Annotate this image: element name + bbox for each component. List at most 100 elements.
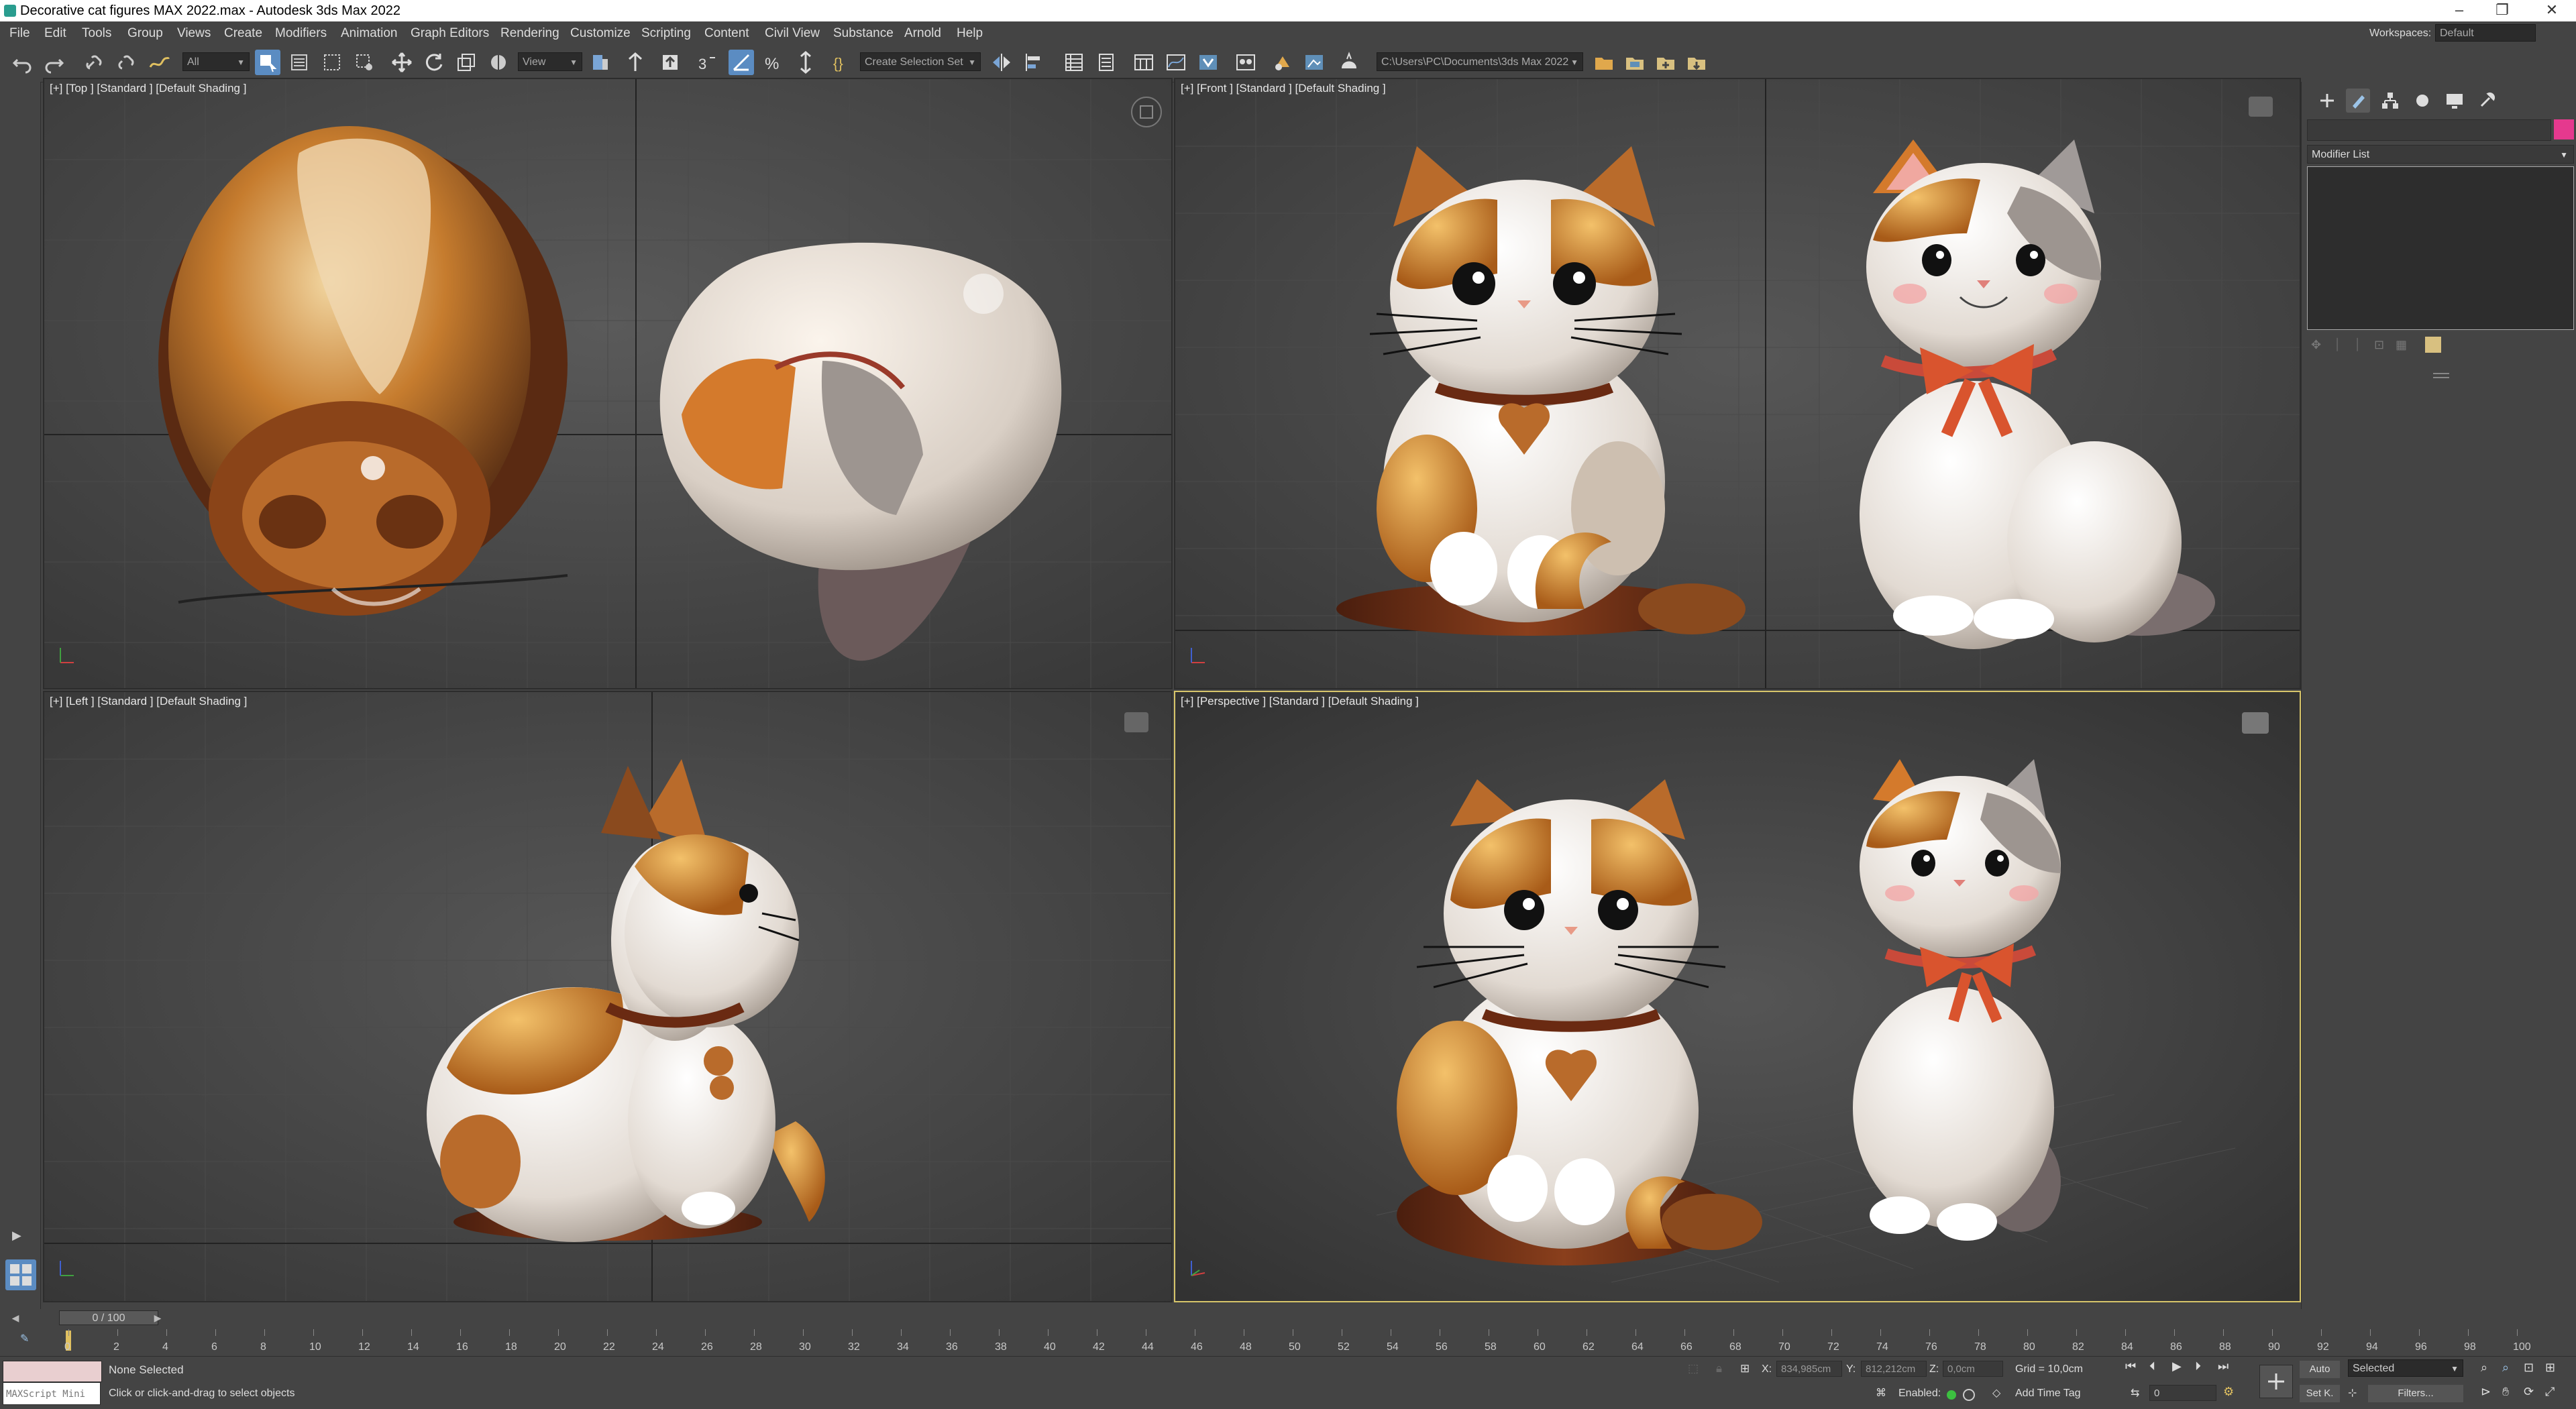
pivot-center-icon[interactable] [588,50,613,75]
open-project-folder-icon[interactable] [1622,50,1648,75]
rectangular-selection-icon[interactable] [319,50,345,75]
edit-named-selection-icon[interactable]: {} [829,50,855,75]
set-project-folder-icon[interactable] [1591,50,1617,75]
scale-icon[interactable] [453,50,479,75]
expand-arrow-icon[interactable]: ▶ [12,1229,27,1246]
create-tab-icon[interactable] [2315,89,2339,113]
render-production-icon[interactable] [1336,50,1362,75]
viewport-top[interactable]: [+] [Top ] [Standard ] [Default Shading … [43,78,1173,689]
time-tag-icon[interactable]: ◇ [1992,1386,2000,1400]
menu-modifiers[interactable]: Modifiers [275,26,327,41]
viewport-layouts-icon[interactable] [5,1259,36,1290]
menu-animation[interactable]: Animation [341,26,398,41]
keyboard-shortcut-override-icon[interactable] [657,50,683,75]
minimize-button[interactable]: – [2439,0,2479,21]
select-object-icon[interactable] [255,50,280,75]
menu-create[interactable]: Create [224,26,262,41]
material-editor-icon[interactable] [1233,50,1258,75]
slider-left-arrow-icon[interactable]: ◀ [9,1310,21,1325]
unlink-selection-icon[interactable] [114,50,140,75]
go-to-start-icon[interactable]: ⏮ [2125,1359,2145,1379]
current-frame-field[interactable]: 0 [2149,1385,2216,1401]
maxscript-listener-field[interactable] [3,1361,102,1382]
menu-substance[interactable]: Substance [833,26,894,41]
steeringwheel-icon[interactable] [1131,97,1162,127]
viewport-left-label[interactable]: [+] [Left ] [Standard ] [Default Shading… [50,695,247,708]
time-slider-thumb[interactable]: 0 / 100 [59,1310,158,1325]
spinner-snap-icon[interactable] [793,50,818,75]
menu-civil-view[interactable]: Civil View [765,26,820,41]
configure-modifier-sets-icon[interactable] [2425,337,2441,353]
maxscript-mini-listener[interactable]: MAXScript Mini [3,1382,101,1405]
utilities-tab-icon[interactable] [2475,89,2499,113]
window-crossing-icon[interactable] [352,50,377,75]
pin-stack-icon[interactable]: ✥ [2311,338,2321,352]
viewcube-icon[interactable] [2242,712,2269,734]
slider-right-arrow-icon[interactable]: ▶ [152,1310,164,1325]
zoom-all-icon[interactable]: ⌕ [2502,1361,2509,1375]
menu-views[interactable]: Views [177,26,211,41]
rotate-icon[interactable] [421,50,447,75]
schematic-view-icon[interactable] [1195,50,1221,75]
menu-help[interactable]: Help [957,26,983,41]
auto-key-button[interactable]: Auto [2300,1361,2340,1378]
percent-snap-icon[interactable]: % [761,50,786,75]
viewcube-icon[interactable] [2249,97,2273,117]
mini-curve-editor-icon[interactable]: ✎ [20,1332,29,1345]
menu-edit[interactable]: Edit [44,26,66,41]
modifier-stack[interactable] [2307,166,2574,330]
select-by-name-icon[interactable] [287,50,313,75]
render-setup-icon[interactable] [1269,50,1295,75]
adaptive-degradation-icon[interactable]: ⌘ [1876,1386,1886,1400]
menu-arnold[interactable]: Arnold [904,26,941,41]
curve-editor-icon[interactable] [1163,50,1189,75]
scene-explorer-icon[interactable] [1061,50,1087,75]
select-manipulate-icon[interactable] [623,50,648,75]
key-mode-icon[interactable]: ⊹ [2348,1386,2357,1400]
layer-explorer-icon[interactable] [1093,50,1119,75]
archive-project-icon[interactable] [1684,50,1709,75]
zoom-extents-icon[interactable]: ⊡ [2524,1361,2534,1375]
select-and-link-icon[interactable] [82,50,107,75]
viewport-front[interactable]: [+] [Front ] [Standard ] [Default Shadin… [1174,78,2301,689]
redo-icon[interactable] [42,50,67,75]
enabled-toggle-icon[interactable] [1963,1389,1975,1401]
selection-lock-icon[interactable]: 🔒︎ [1716,1362,1722,1375]
viewport-top-label[interactable]: [+] [Top ] [Standard ] [Default Shading … [50,82,246,95]
pan-view-icon[interactable]: ✋︎ [2502,1385,2509,1399]
modify-tab-icon[interactable] [2346,89,2370,113]
set-key-button[interactable]: Set K. [2300,1385,2340,1402]
snaps-toggle-icon[interactable]: 3 [695,50,720,75]
menu-tools[interactable]: Tools [82,26,111,41]
add-time-tag[interactable]: Add Time Tag [2015,1388,2081,1400]
enabled-indicator-icon[interactable] [1947,1390,1956,1400]
menu-rendering[interactable]: Rendering [500,26,559,41]
go-to-end-icon[interactable]: ⏭ [2218,1359,2238,1379]
bind-space-warp-icon[interactable] [146,50,172,75]
set-key-big-button[interactable] [2259,1365,2293,1398]
rendered-frame-window-icon[interactable] [1301,50,1327,75]
reference-coordinate-dropdown[interactable]: View ▼ [518,52,582,71]
previous-frame-icon[interactable]: ⏴ [2149,1359,2169,1379]
align-icon[interactable] [1021,50,1046,75]
viewport-perspective[interactable]: [+] [Perspective ] [Standard ] [Default … [1174,691,2301,1302]
maximize-viewport-icon[interactable]: ⤢ [2545,1385,2555,1399]
motion-tab-icon[interactable] [2410,89,2434,113]
menu-file[interactable]: File [9,26,30,41]
key-filter-dropdown[interactable]: Selected ▼ [2348,1359,2463,1377]
restore-button[interactable]: ❐ [2482,0,2522,21]
place-icon[interactable] [486,50,511,75]
menu-content[interactable]: Content [704,26,749,41]
menu-group[interactable]: Group [127,26,163,41]
next-frame-icon[interactable]: ⏵ [2195,1359,2215,1379]
close-button[interactable]: ✕ [2532,0,2572,21]
configure-sets-icon[interactable]: ▦ [2396,338,2407,352]
field-of-view-icon[interactable]: ⊳ [2481,1385,2491,1399]
play-icon[interactable]: ▶ [2172,1359,2192,1379]
key-filters-button[interactable]: Filters... [2368,1385,2463,1402]
track-bar[interactable]: ✎ 0 2 4 6 8 10 12 14 16 18 20 22 24 26 28 30 32 34 36 38 40 4… [0,1328,2576,1356]
menu-scripting[interactable]: Scripting [641,26,691,41]
angle-snap-icon[interactable] [729,50,754,75]
show-end-result-icon[interactable]: ⏐ [2334,338,2341,352]
project-folder-dropdown[interactable]: C:\Users\PC\Documents\3ds Max 2022 ▼ [1377,52,1583,71]
